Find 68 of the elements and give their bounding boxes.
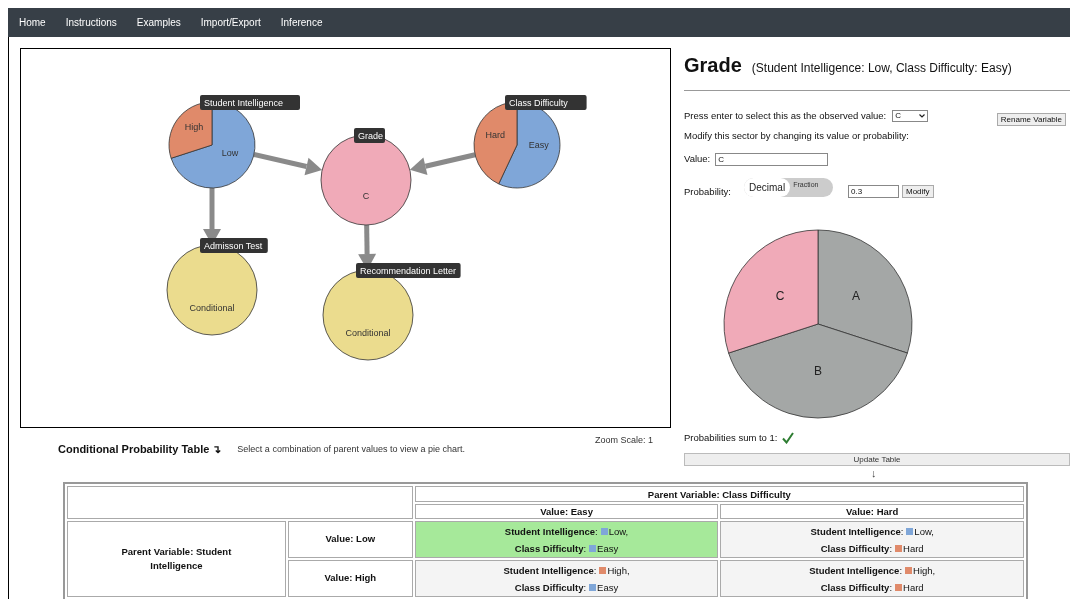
variable-value: Easy <box>597 580 619 595</box>
observed-value-label: Press enter to select this as the observed value: <box>684 108 887 123</box>
slice-label: High <box>184 121 204 132</box>
combination-cell[interactable]: Student Intelligence: High, Class Difficulty: Hard <box>720 560 1024 597</box>
node-value: C <box>362 191 370 201</box>
variable-value: Low, <box>608 524 629 539</box>
nav-link[interactable]: Home <box>19 15 46 30</box>
column-group-header: Parent Variable: Class Difficulty <box>414 486 1024 502</box>
node-title-tag: Recommendation Letter <box>356 263 461 278</box>
combination-cell[interactable]: Student Intelligence: Low, Class Difficulty: Hard <box>720 521 1024 558</box>
rename-variable-button[interactable]: Rename Variable <box>996 113 1066 126</box>
node-title-tag: Grade <box>354 128 385 143</box>
slice-label: C <box>775 289 785 304</box>
combination-cell[interactable]: Student Intelligence: Low, Class Difficulty: Easy <box>414 521 719 558</box>
observed-value-select[interactable]: C <box>892 110 929 122</box>
variable-value: High, <box>607 563 630 578</box>
nav-link[interactable]: Instructions <box>65 15 117 30</box>
node-value: Conditional <box>345 328 391 338</box>
pie-slice[interactable]: C <box>723 229 819 354</box>
nav-link[interactable]: Examples <box>136 15 181 30</box>
value-label: Value: <box>684 152 711 167</box>
slice-label: B <box>813 363 823 378</box>
variable-name: Class Difficulty: <box>514 541 587 556</box>
slice-label: A <box>852 289 861 304</box>
probability-label: Probability: <box>684 184 731 199</box>
update-table-button[interactable]: Update Table <box>684 453 1070 466</box>
variable-name: Class Difficulty: <box>820 541 892 556</box>
variable-name: Student Intelligence: <box>809 563 903 578</box>
variable-value: Low, <box>914 524 934 539</box>
variable-name: Class Difficulty: <box>514 580 587 595</box>
node-title-tag: Class Difficulty <box>505 95 587 110</box>
variable-name: Student Intelligence: <box>504 524 598 539</box>
slice-label: Easy <box>528 139 549 150</box>
nav-link[interactable]: Import/Export <box>200 15 261 30</box>
slice-label: Low <box>221 148 239 159</box>
row-group-header: Parent Variable: Student Intelligence <box>67 521 286 597</box>
variable-name: Student Intelligence: <box>503 563 597 578</box>
node-title-tag: Student Intelligence <box>200 95 300 110</box>
zoom-scale-text: Zoom Scale: 1 <box>594 434 653 447</box>
sum-check-label: Probabilities sum to 1: <box>684 430 778 445</box>
nav-link[interactable]: Inference <box>280 15 323 30</box>
column-header: Value: Hard <box>720 504 1024 519</box>
value-input[interactable]: C <box>715 152 829 166</box>
pie-slice[interactable]: A <box>817 229 913 354</box>
variable-value: Hard <box>903 580 924 595</box>
variable-value: High, <box>913 563 936 578</box>
collapse-toggle[interactable]: ↴ <box>212 441 222 458</box>
slice-label: Hard <box>485 130 505 141</box>
variable-value: Hard <box>903 541 924 556</box>
pie-slice[interactable]: B <box>728 323 908 419</box>
down-arrow: ↓ <box>871 468 878 479</box>
variable-name: Student Intelligence: <box>810 524 904 539</box>
node-value: Conditional <box>189 303 235 313</box>
variable-value: Easy <box>597 541 619 556</box>
hint-text: Select a combination of parent values to view a pie chart. <box>237 443 465 456</box>
parent-context-text: (Student Intelligence: Low, Class Difficulty: Easy) <box>751 60 1012 77</box>
row-header: Value: High <box>287 560 413 597</box>
node-title-tag: Admisson Test <box>200 238 268 253</box>
format-option[interactable]: Decimal <box>744 178 791 198</box>
modify-hint-text: Modify this sector by changing its value or probability: <box>684 129 910 143</box>
variable-name: Class Difficulty: <box>820 580 892 595</box>
variable-title: Grade <box>684 53 742 78</box>
column-header: Value: Easy <box>414 504 719 519</box>
probability-input[interactable]: 0.3 <box>848 185 899 199</box>
modify-button[interactable]: Modify <box>902 185 934 199</box>
combination-cell[interactable]: Student Intelligence: High, Class Difficulty: Easy <box>414 560 719 597</box>
section-heading: Conditional Probability Table <box>58 442 210 457</box>
row-header: Value: Low <box>287 521 413 558</box>
